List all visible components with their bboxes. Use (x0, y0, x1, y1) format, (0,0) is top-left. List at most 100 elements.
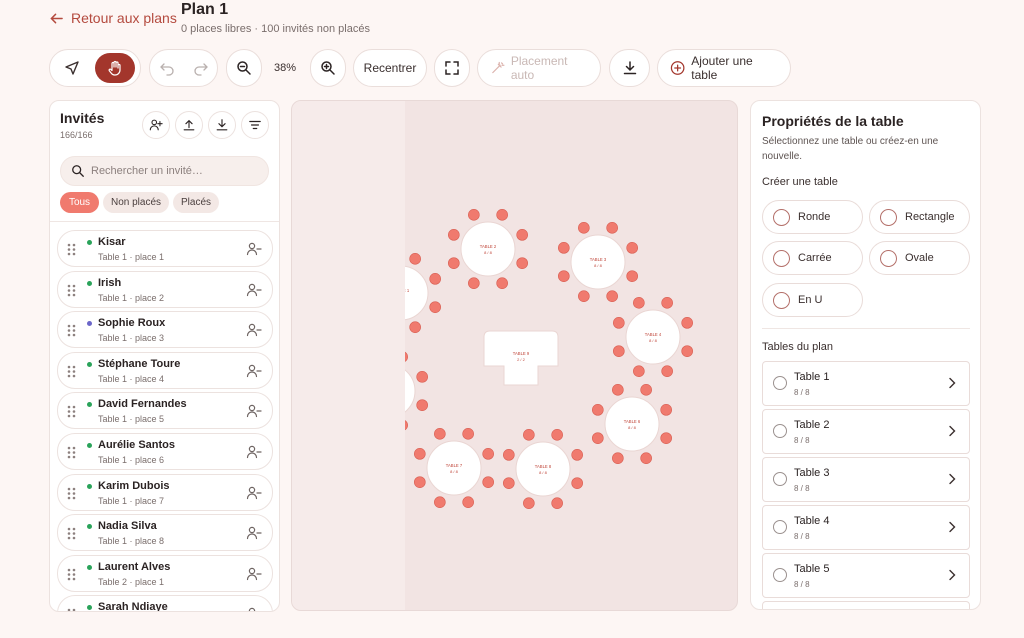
user-minus-icon[interactable] (246, 404, 262, 418)
recenter-button[interactable]: Recentrer (353, 49, 427, 87)
plan-table-item[interactable]: Table 4 8 / 8 (762, 505, 970, 550)
export-button[interactable] (609, 49, 650, 87)
round-table[interactable]: TABLE 88 / 8 (503, 429, 583, 509)
shape-option-rectangle[interactable]: Rectangle (869, 200, 970, 234)
seating-canvas[interactable]: TABLE 18 / 8TABLE 28 / 8TABLE 38 / 8TABL… (291, 100, 738, 611)
seat[interactable] (416, 371, 428, 383)
guest-row[interactable]: Laurent Alves Table 2 · place 1 (57, 554, 273, 592)
filter-chip-all[interactable]: Tous (60, 192, 99, 213)
seat[interactable] (640, 452, 652, 464)
drag-handle-icon[interactable] (67, 527, 76, 540)
plan-table-item[interactable]: Table 3 8 / 8 (762, 457, 970, 502)
seat[interactable] (462, 496, 474, 508)
drag-handle-icon[interactable] (67, 568, 76, 581)
seat[interactable] (578, 290, 590, 302)
table-top[interactable] (426, 440, 482, 496)
plan-table-item[interactable]: Table 2 8 / 8 (762, 409, 970, 454)
pan-tool-button[interactable] (95, 53, 135, 83)
seat[interactable] (633, 365, 645, 377)
drag-handle-icon[interactable] (67, 284, 76, 297)
seat[interactable] (523, 497, 535, 509)
seat[interactable] (660, 404, 672, 416)
seat[interactable] (468, 277, 480, 289)
redo-button[interactable] (187, 53, 215, 83)
seat[interactable] (516, 257, 528, 269)
seat[interactable] (681, 317, 693, 329)
seat[interactable] (592, 432, 604, 444)
seat[interactable] (496, 209, 508, 221)
round-table[interactable]: TABLE 68 / 8 (592, 384, 672, 464)
round-table[interactable]: TABLE 48 / 8 (613, 297, 693, 377)
seat[interactable] (448, 229, 460, 241)
filter-button[interactable] (241, 111, 269, 139)
seat[interactable] (551, 497, 563, 509)
export-guests-button[interactable] (208, 111, 236, 139)
head-table[interactable]: TABLE 92 / 2 (483, 330, 559, 386)
seat[interactable] (414, 448, 426, 460)
shape-option-square[interactable]: Carrée (762, 241, 863, 275)
auto-placement-button[interactable]: Placement auto (477, 49, 601, 87)
user-minus-icon[interactable] (246, 242, 262, 256)
fullscreen-button[interactable] (434, 49, 470, 87)
user-minus-icon[interactable] (246, 567, 262, 581)
seat[interactable] (592, 404, 604, 416)
seat[interactable] (429, 273, 441, 285)
user-minus-icon[interactable] (246, 607, 262, 612)
select-tool-button[interactable] (55, 53, 89, 83)
plan-table-item[interactable] (762, 601, 970, 609)
seat[interactable] (468, 209, 480, 221)
guest-row[interactable]: Kisar Table 1 · place 1 (57, 230, 273, 267)
filter-chip-unplaced[interactable]: Non placés (103, 192, 169, 213)
seat[interactable] (612, 452, 624, 464)
seat[interactable] (640, 384, 652, 396)
seat[interactable] (429, 301, 441, 313)
table-top[interactable] (604, 396, 660, 452)
seat[interactable] (606, 290, 618, 302)
seat[interactable] (551, 429, 563, 441)
guest-row[interactable]: Stéphane Toure Table 1 · place 4 (57, 351, 273, 389)
drag-handle-icon[interactable] (67, 243, 76, 256)
seat[interactable] (681, 345, 693, 357)
seat[interactable] (503, 477, 515, 489)
user-minus-icon[interactable] (246, 486, 262, 500)
add-table-button[interactable]: Ajouter une table (657, 49, 791, 87)
seat[interactable] (613, 317, 625, 329)
round-table[interactable]: TABLE 38 / 8 (558, 222, 638, 302)
drag-handle-icon[interactable] (67, 405, 76, 418)
seat[interactable] (558, 270, 570, 282)
plan-table-item[interactable]: Table 1 8 / 8 (762, 361, 970, 406)
seat[interactable] (661, 297, 673, 309)
seat[interactable] (661, 365, 673, 377)
table-top[interactable] (570, 234, 626, 290)
seat[interactable] (462, 428, 474, 440)
plan-table-item[interactable]: Table 5 8 / 8 (762, 553, 970, 598)
seat[interactable] (482, 448, 494, 460)
guest-search-input[interactable] (91, 165, 261, 177)
seat[interactable] (416, 399, 428, 411)
seat[interactable] (503, 449, 515, 461)
guest-row[interactable]: Irish Table 1 · place 2 (57, 270, 273, 308)
zoom-in-button[interactable] (310, 49, 346, 87)
seat[interactable] (613, 345, 625, 357)
add-guest-button[interactable] (142, 111, 170, 139)
drag-handle-icon[interactable] (67, 324, 76, 337)
seat[interactable] (612, 384, 624, 396)
table-top[interactable] (460, 221, 516, 277)
seat[interactable] (626, 242, 638, 254)
seat[interactable] (558, 242, 570, 254)
drag-handle-icon[interactable] (67, 487, 76, 500)
seat[interactable] (434, 428, 446, 440)
user-minus-icon[interactable] (246, 445, 262, 459)
seat[interactable] (578, 222, 590, 234)
seat[interactable] (482, 476, 494, 488)
back-link[interactable]: Retour aux plans (50, 10, 177, 26)
seat[interactable] (626, 270, 638, 282)
seat[interactable] (516, 229, 528, 241)
seat[interactable] (523, 429, 535, 441)
seat[interactable] (448, 257, 460, 269)
shape-option-round[interactable]: Ronde (762, 200, 863, 234)
seat[interactable] (409, 321, 421, 333)
seat[interactable] (571, 449, 583, 461)
import-guests-button[interactable] (175, 111, 203, 139)
drag-handle-icon[interactable] (67, 365, 76, 378)
